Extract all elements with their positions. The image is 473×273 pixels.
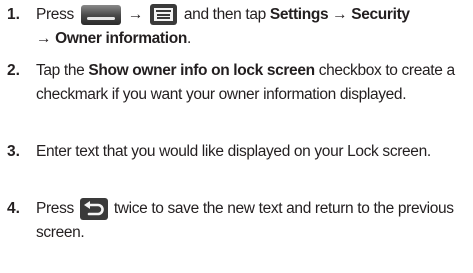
back-key-icon bbox=[79, 197, 108, 220]
step-text: Press → and then tap Settings → Security… bbox=[36, 3, 466, 51]
step-text: Tap the Show owner info on lock screen c… bbox=[36, 59, 466, 107]
step-text: Press twice to save the new text and ret… bbox=[36, 197, 466, 245]
step-text-segment: and then tap bbox=[183, 6, 266, 23]
menu-key-icon bbox=[149, 4, 177, 26]
period: . bbox=[186, 30, 191, 47]
step-text-segment: Press bbox=[36, 6, 74, 23]
step-number: 2. bbox=[7, 62, 20, 79]
step-number: 3. bbox=[7, 143, 20, 160]
option-name: Show owner info on lock screen bbox=[88, 62, 315, 79]
step-text-segment: Press bbox=[36, 200, 74, 217]
step-number: 4. bbox=[7, 200, 20, 217]
step-text-segment: Enter text that you would like displayed… bbox=[36, 143, 431, 160]
step-text-segment: Tap the bbox=[36, 62, 85, 79]
arrow: → bbox=[127, 6, 144, 23]
home-key-icon bbox=[80, 4, 121, 25]
menu-path-continued: → Owner information bbox=[36, 30, 187, 47]
menu-path: Settings → Security bbox=[269, 6, 410, 23]
step-number: 1. bbox=[7, 6, 20, 23]
instruction-steps: 1. Press → and then tap Settings → Secur… bbox=[0, 0, 473, 273]
step-text: Enter text that you would like displayed… bbox=[36, 140, 466, 164]
